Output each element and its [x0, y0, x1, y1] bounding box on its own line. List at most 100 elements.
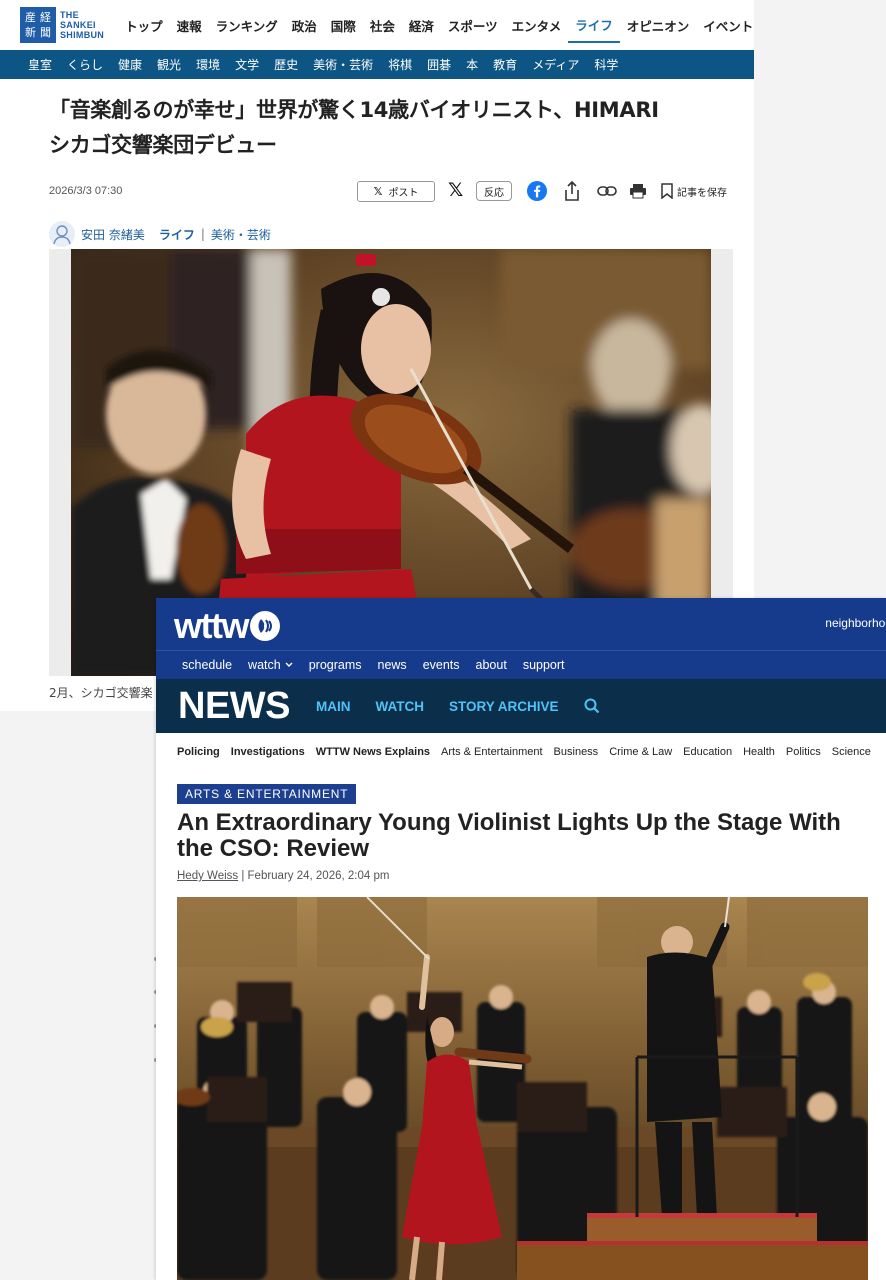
sankei-logo[interactable]: 産 経 新 聞 THE SANKEI SHIMBUN: [20, 7, 104, 43]
logo-text-line: SANKEI: [60, 20, 96, 30]
article-meta: 2026/3/3 07:30 𝕏 ポスト 𝕏 反応 記事を保存: [49, 179, 739, 203]
share-icon[interactable]: [562, 181, 582, 201]
sankei-logo-text: THE SANKEI SHIMBUN: [60, 10, 104, 40]
nav-watch[interactable]: watch: [248, 658, 293, 672]
subnav-item[interactable]: 観光: [157, 56, 181, 73]
sankei-main-nav: トップ 速報 ランキング 政治 国際 社会 経済 スポーツ エンタメ ライフ オ…: [118, 7, 754, 43]
pbs-head-icon: [249, 611, 280, 641]
photo-caption: 2月、シカゴ交響楽: [49, 686, 153, 700]
sankei-header: 産 経 新 聞 THE SANKEI SHIMBUN トップ 速報 ランキング …: [0, 0, 754, 50]
category-link[interactable]: Education: [683, 746, 732, 758]
x-logo-icon[interactable]: 𝕏: [448, 179, 463, 201]
subnav-item[interactable]: くらし: [67, 56, 103, 73]
category-nav: Policing Investigations WTTW News Explai…: [156, 733, 886, 771]
subcategory-link[interactable]: 美術・芸術: [211, 226, 271, 243]
category-link[interactable]: Health: [743, 746, 775, 758]
save-article-button[interactable]: 記事を保存: [661, 183, 727, 199]
nav-schedule[interactable]: schedule: [182, 658, 232, 672]
wttw-logo[interactable]: wttw: [174, 605, 280, 647]
orchestra-photo: [177, 897, 868, 1280]
subnav-item[interactable]: 健康: [118, 56, 142, 73]
nav-programs[interactable]: programs: [309, 658, 362, 672]
subnav-item[interactable]: 囲碁: [427, 56, 451, 73]
facebook-icon[interactable]: [527, 181, 547, 201]
category-link[interactable]: Politics: [786, 746, 821, 758]
subnav-item[interactable]: 皇室: [28, 56, 52, 73]
x-logo-icon: 𝕏: [373, 185, 383, 198]
search-icon[interactable]: [584, 698, 600, 714]
category-link[interactable]: Business: [554, 746, 599, 758]
nav-opinion[interactable]: オピニオン: [620, 7, 697, 43]
reaction-button[interactable]: 反応: [476, 181, 512, 201]
nav-sports[interactable]: スポーツ: [441, 7, 505, 43]
wttw-header: wttw neighborhoo: [156, 598, 886, 650]
subnav-item[interactable]: メディア: [532, 56, 579, 73]
nav-events[interactable]: events: [423, 658, 460, 672]
article-date: | February 24, 2026, 2:04 pm: [238, 870, 390, 882]
neighborhoods-link[interactable]: neighborhoo: [825, 616, 886, 630]
article-byline: Hedy Weiss | February 24, 2026, 2:04 pm: [177, 870, 389, 882]
news-section-bar: NEWS MAIN WATCH STORY ARCHIVE: [156, 679, 886, 733]
nav-life[interactable]: ライフ: [568, 7, 620, 43]
category-link[interactable]: Policing: [177, 746, 220, 758]
nav-international[interactable]: 国際: [324, 7, 363, 43]
nav-events[interactable]: イベント: [696, 7, 754, 43]
nav-society[interactable]: 社会: [363, 7, 402, 43]
subnav-item[interactable]: 文学: [235, 56, 259, 73]
subnav-item[interactable]: 環境: [196, 56, 220, 73]
category-link[interactable]: Crime & Law: [609, 746, 672, 758]
news-logo[interactable]: NEWS: [178, 685, 291, 728]
article-title: 「音楽創るのが幸せ」世界が驚く14歳バイオリニスト、HIMARI シカゴ交響楽団…: [49, 93, 734, 163]
article-date: 2026/3/3 07:30: [49, 185, 123, 197]
wttw-main-nav: schedule watch programs news events abou…: [156, 650, 886, 679]
nav-economy[interactable]: 経済: [402, 7, 441, 43]
author-link[interactable]: Hedy Weiss: [177, 870, 238, 882]
nav-ranking[interactable]: ランキング: [209, 7, 285, 43]
chevron-down-icon: [285, 662, 293, 667]
news-watch-link[interactable]: WATCH: [376, 699, 425, 714]
article-title-line: シカゴ交響楽団デビュー: [49, 133, 277, 157]
logo-char: 新: [25, 26, 36, 39]
section-badge[interactable]: ARTS & ENTERTAINMENT: [177, 784, 357, 804]
nav-about[interactable]: about: [476, 658, 507, 672]
reaction-label: 反応: [484, 187, 504, 199]
save-label: 記事を保存: [677, 187, 727, 199]
sankei-sub-nav: 皇室 くらし 健康 観光 環境 文学 歴史 美術・芸術 将棋 囲碁 本 教育 メ…: [0, 50, 754, 79]
subnav-item[interactable]: 美術・芸術: [313, 56, 373, 73]
news-main-link[interactable]: MAIN: [316, 699, 351, 714]
user-icon: [49, 221, 75, 247]
category-link[interactable]: Science: [832, 746, 871, 758]
nav-politics[interactable]: 政治: [285, 7, 324, 43]
post-button[interactable]: 𝕏 ポスト: [357, 181, 435, 202]
link-icon[interactable]: [597, 181, 617, 201]
logo-char: 産: [25, 11, 36, 24]
nav-entertainment[interactable]: エンタメ: [505, 7, 569, 43]
category-link[interactable]: ライフ: [159, 226, 195, 243]
news-archive-link[interactable]: STORY ARCHIVE: [449, 699, 559, 714]
wttw-article-window: wttw neighborhoo schedule watch programs…: [156, 598, 886, 1280]
logo-char: 聞: [40, 26, 51, 39]
logo-text-line: SHIMBUN: [60, 30, 105, 40]
print-icon[interactable]: [628, 181, 648, 201]
nav-support[interactable]: support: [523, 658, 565, 672]
subnav-item[interactable]: 教育: [493, 56, 517, 73]
subnav-item[interactable]: 科学: [594, 56, 618, 73]
category-link[interactable]: WTTW News Explains: [316, 746, 430, 758]
bookmark-icon: [661, 183, 673, 199]
nav-breaking[interactable]: 速報: [170, 7, 209, 43]
nav-watch-label: watch: [248, 658, 281, 672]
category-link[interactable]: Arts & Entertainment: [441, 746, 543, 758]
nav-news[interactable]: news: [378, 658, 407, 672]
article-author-row: 安田 奈緒美 ライフ | 美術・芸術: [49, 221, 754, 247]
subnav-item[interactable]: 本: [466, 56, 478, 73]
logo-char: 経: [40, 11, 51, 24]
sankei-logo-mark: 産 経 新 聞: [20, 7, 56, 43]
author-link[interactable]: 安田 奈緒美: [81, 226, 145, 243]
subnav-item[interactable]: 将棋: [388, 56, 412, 73]
category-separator: |: [200, 227, 205, 241]
article-headline: An Extraordinary Young Violinist Lights …: [177, 809, 841, 862]
article-title-line: 「音楽創るのが幸せ」世界が驚く14歳バイオリニスト、HIMARI: [49, 98, 659, 122]
category-link[interactable]: Investigations: [231, 746, 305, 758]
subnav-item[interactable]: 歴史: [274, 56, 298, 73]
nav-top[interactable]: トップ: [118, 7, 170, 43]
